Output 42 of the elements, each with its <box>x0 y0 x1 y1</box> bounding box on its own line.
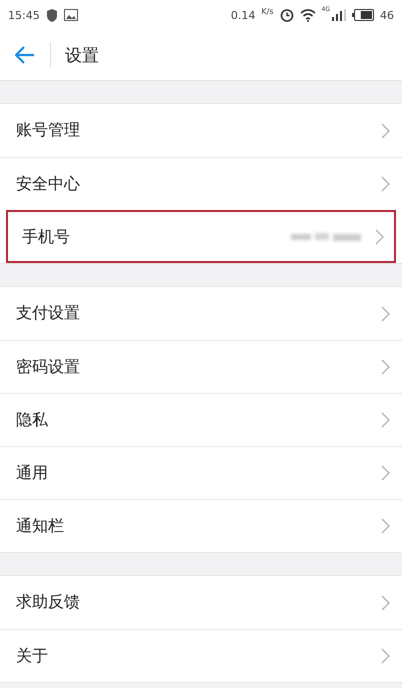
image-icon <box>64 9 78 21</box>
back-arrow-icon <box>15 46 35 64</box>
shield-icon <box>46 8 58 22</box>
battery-percent: 46 <box>380 8 394 22</box>
page-title: 设置 <box>65 44 99 66</box>
signal-icon <box>332 9 346 21</box>
settings-row[interactable]: 隐私 <box>0 393 402 446</box>
settings-row[interactable]: 求助反馈 <box>0 576 402 629</box>
row-label: 通用 <box>16 462 49 484</box>
settings-row[interactable]: 通用 <box>0 446 402 499</box>
chevron-icon <box>381 594 390 610</box>
row-label: 通知栏 <box>16 516 65 536</box>
row-label: 安全中心 <box>16 174 81 194</box>
network-speed: 0.14 <box>230 8 256 22</box>
chevron-icon <box>381 465 390 481</box>
highlighted-settings-row[interactable]: 手机号 <box>6 210 396 263</box>
row-label: 隐私 <box>16 410 49 430</box>
row-label: 支付设置 <box>16 303 81 324</box>
chevron-icon <box>381 306 390 322</box>
chevron-icon <box>381 122 390 138</box>
chevron-icon <box>381 412 390 428</box>
settings-row[interactable]: 支付设置 <box>0 287 402 340</box>
settings-row[interactable]: 密码设置 <box>0 340 402 393</box>
battery-icon <box>352 9 374 21</box>
settings-row[interactable]: 账号管理 <box>0 104 402 157</box>
chevron-icon <box>381 518 390 534</box>
chevron-icon <box>375 229 384 245</box>
alarm-icon <box>280 8 294 22</box>
settings-row[interactable]: 关于 <box>0 629 402 682</box>
row-label: 账号管理 <box>16 120 81 141</box>
chevron-icon <box>381 359 390 375</box>
row-label: 手机号 <box>22 226 71 248</box>
settings-row[interactable]: 通知栏 <box>0 499 402 552</box>
speed-unit: K/s <box>261 7 274 16</box>
wifi-icon <box>300 8 316 22</box>
chevron-icon <box>381 176 390 192</box>
row-label: 密码设置 <box>16 356 81 378</box>
row-label: 关于 <box>16 646 49 666</box>
settings-row[interactable]: 安全中心 <box>0 157 402 210</box>
chevron-icon <box>381 648 390 664</box>
row-label: 求助反馈 <box>16 592 81 613</box>
status-time: 15:45 <box>8 8 40 22</box>
